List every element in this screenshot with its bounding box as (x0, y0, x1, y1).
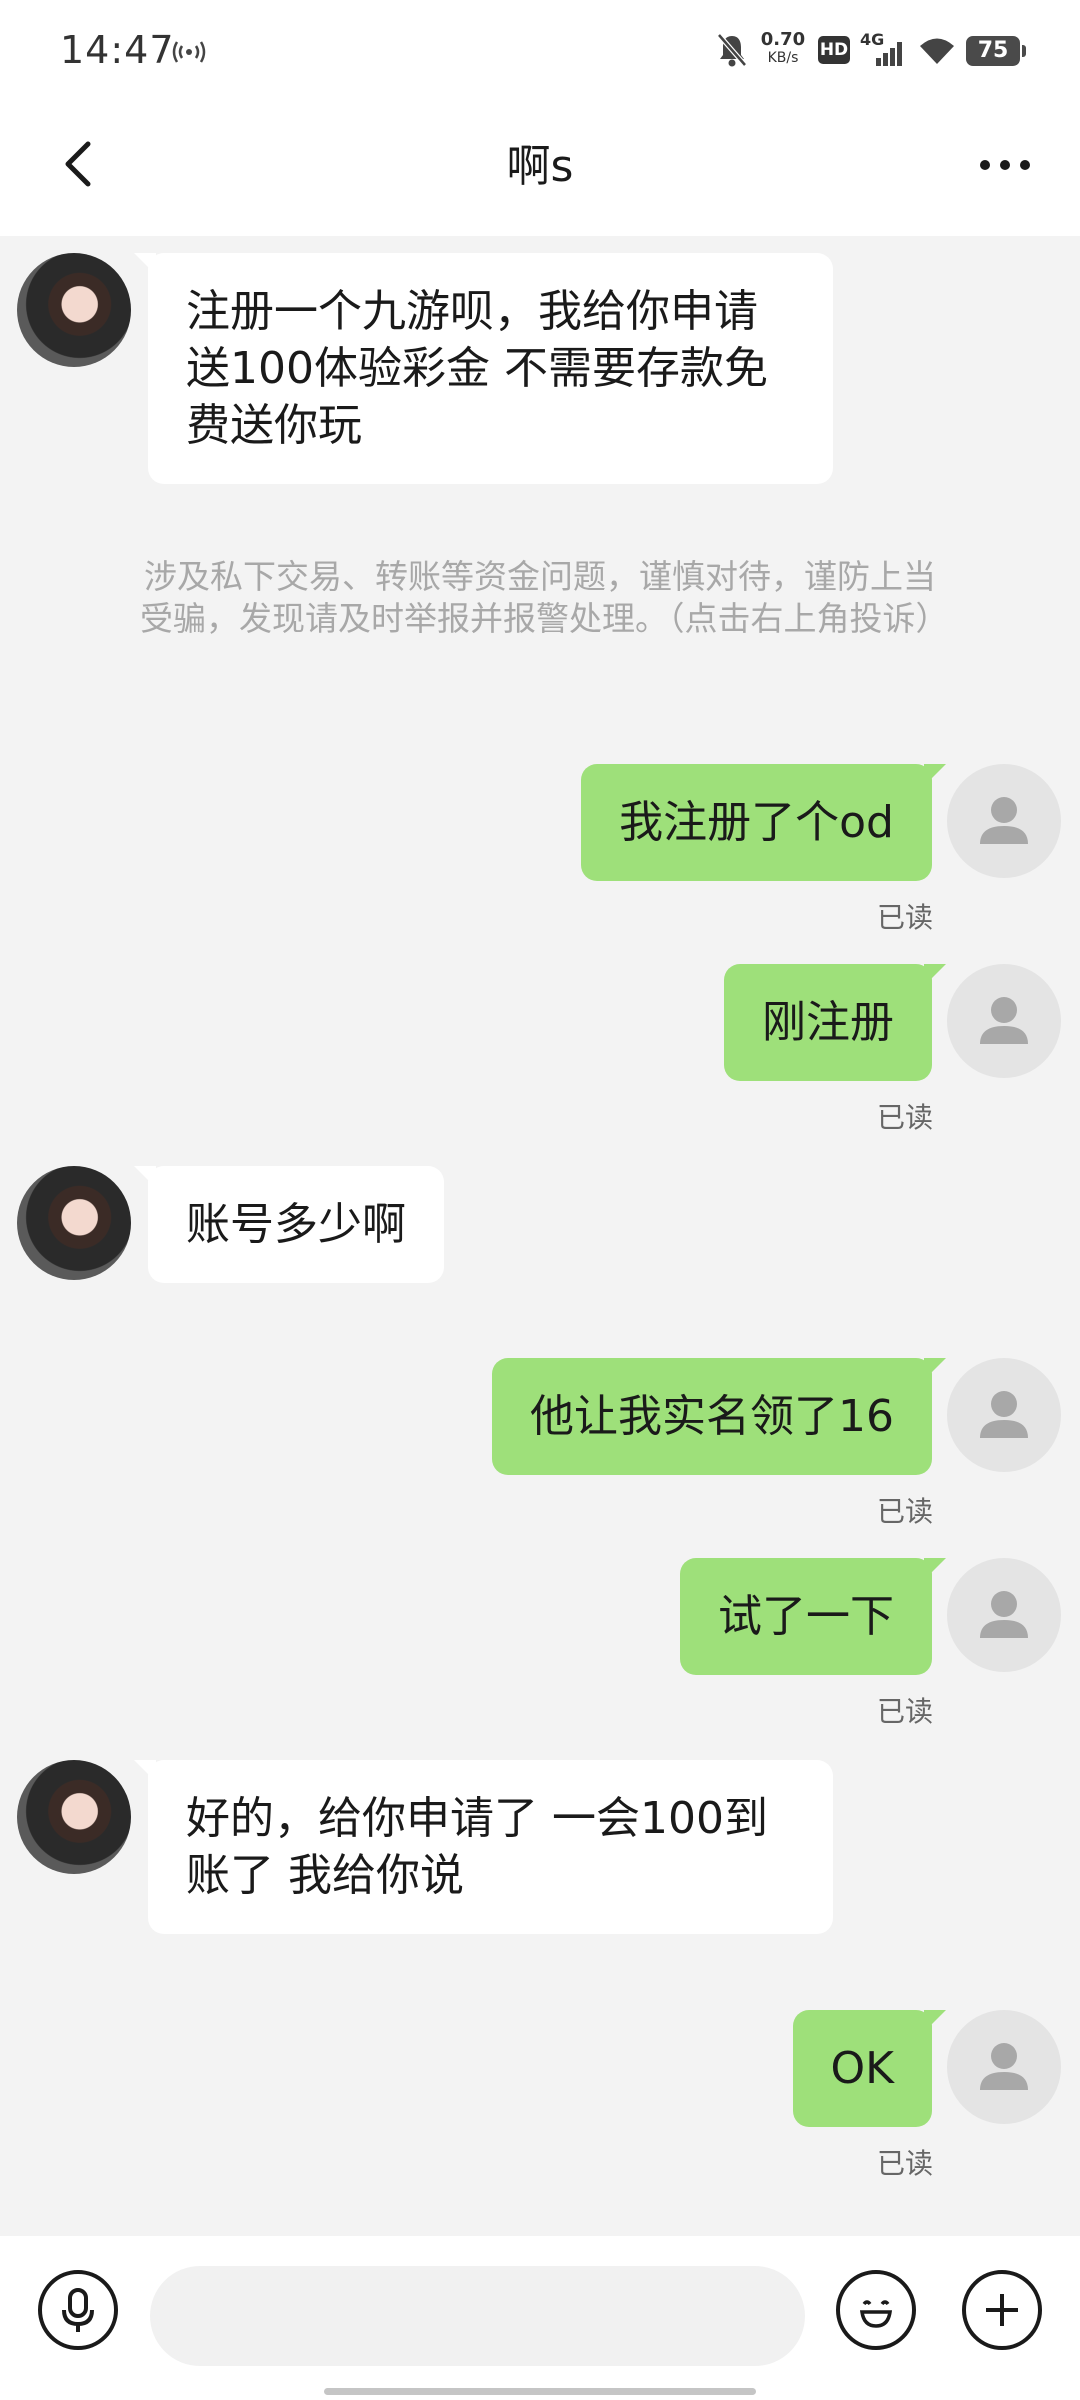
chat-header: 啊s (0, 100, 1080, 236)
status-bar: 14:47 0.70 KB/s HD 4G 75 (0, 0, 1080, 100)
hd-icon: HD (818, 36, 850, 64)
avatar[interactable] (17, 1760, 131, 1874)
read-status: 已读 (876, 1495, 933, 1528)
message-bubble-outgoing[interactable]: OK (792, 2010, 946, 2127)
message-list[interactable]: 注册一个九游呗，我给你申请送100体验彩金 不需要存款免费送你玩 涉及私下交易、… (0, 236, 1080, 2236)
message-text: 刚注册 (762, 997, 894, 1048)
message-text: 试了一下 (718, 1591, 894, 1642)
message-bubble-outgoing[interactable]: 试了一下 (680, 1558, 946, 1675)
message-text: 我注册了个od (619, 797, 894, 848)
safety-notice[interactable]: 涉及私下交易、转账等资金问题，谨慎对待，谨防上当受骗，发现请及时举报并报警处理。… (140, 556, 949, 640)
more-horizontal-icon[interactable] (975, 140, 1035, 190)
page-title: 啊s (506, 141, 574, 192)
message-bubble-incoming[interactable]: 账号多少啊 (134, 1166, 444, 1283)
signal-broadcast-icon (172, 41, 206, 63)
message-text: 注册一个九游呗，我给你申请送100体验彩金 不需要存款免费送你玩 (186, 286, 768, 451)
emoji-button[interactable] (836, 2270, 916, 2350)
voice-button[interactable] (38, 2270, 118, 2350)
user-placeholder-icon (980, 1591, 1028, 1638)
plus-icon (986, 2294, 1018, 2326)
user-placeholder-icon (980, 1391, 1028, 1438)
avatar[interactable] (947, 1358, 1061, 1472)
message-text: 账号多少啊 (186, 1199, 406, 1250)
message-bubble-outgoing[interactable]: 刚注册 (724, 964, 946, 1081)
emoji-icon (859, 2300, 893, 2328)
avatar[interactable] (947, 964, 1061, 1078)
network-speed-unit: KB/s (767, 50, 799, 66)
avatar[interactable] (17, 253, 131, 367)
read-status: 已读 (876, 1695, 933, 1728)
network-speed-value: 0.70 (760, 29, 806, 50)
avatar[interactable] (947, 1558, 1061, 1672)
input-bar (0, 2236, 1080, 2400)
user-placeholder-icon (980, 797, 1028, 844)
user-placeholder-icon (980, 2043, 1028, 2090)
avatar[interactable] (947, 764, 1061, 878)
plus-button[interactable] (962, 2270, 1042, 2350)
network-speed: 0.70 KB/s (757, 30, 809, 68)
home-indicator[interactable] (324, 2388, 756, 2395)
microphone-icon (62, 2288, 94, 2332)
notice-text: 涉及私下交易、转账等资金问题，谨慎对待，谨防上当受骗，发现请及时举报并报警处理。… (140, 557, 949, 638)
read-status: 已读 (876, 901, 933, 934)
mute-bell-icon (717, 33, 747, 67)
read-status: 已读 (876, 1101, 933, 1134)
message-text: 好的，给你申请了 一会100到账了 我给你说 (186, 1793, 768, 1901)
message-input[interactable] (150, 2266, 805, 2366)
chat-screen: 14:47 0.70 KB/s HD 4G 75 啊s 注册一个九游呗，我给你申… (0, 0, 1080, 2400)
battery-icon: 75 (966, 36, 1026, 66)
avatar[interactable] (17, 1166, 131, 1280)
user-placeholder-icon (980, 997, 1028, 1044)
message-bubble-incoming[interactable]: 注册一个九游呗，我给你申请送100体验彩金 不需要存款免费送你玩 (134, 253, 833, 484)
4g-signal-icon: 4G (860, 30, 908, 68)
status-time: 14:47 (60, 28, 175, 72)
message-text: 他让我实名领了16 (530, 1391, 894, 1442)
wifi-icon (920, 38, 954, 64)
message-bubble-incoming[interactable]: 好的，给你申请了 一会100到账了 我给你说 (134, 1760, 833, 1934)
message-text: OK (830, 2043, 895, 2094)
avatar[interactable] (947, 2010, 1061, 2124)
message-bubble-outgoing[interactable]: 我注册了个od (581, 764, 946, 881)
message-bubble-outgoing[interactable]: 他让我实名领了16 (492, 1358, 946, 1475)
read-status: 已读 (876, 2147, 933, 2180)
